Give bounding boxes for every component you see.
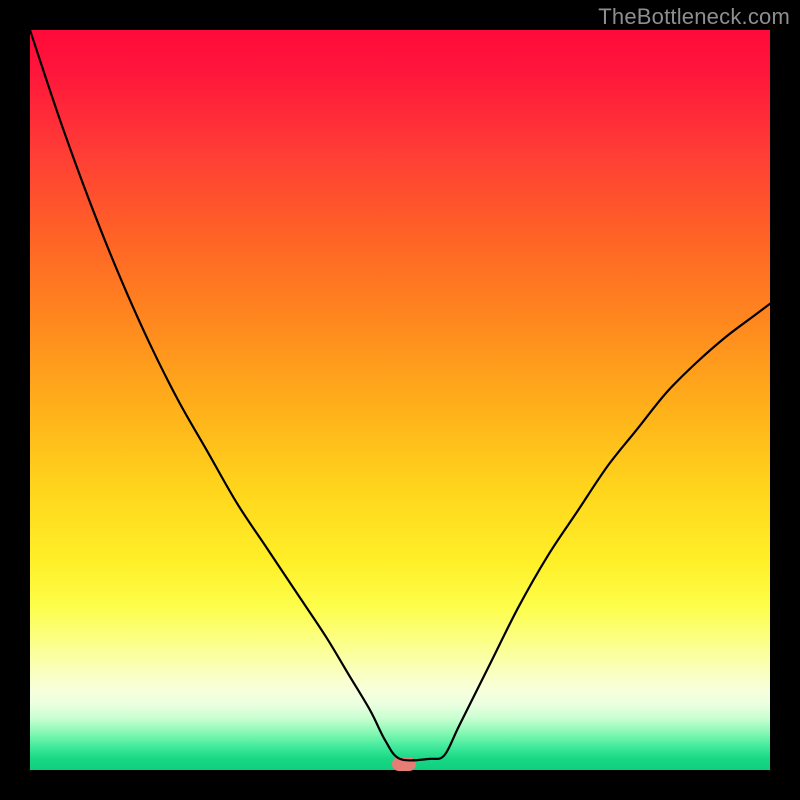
chart-stage: TheBottleneck.com: [0, 0, 800, 800]
watermark-text: TheBottleneck.com: [598, 4, 790, 30]
bottleneck-curve: [30, 30, 770, 770]
plot-area: [30, 30, 770, 770]
